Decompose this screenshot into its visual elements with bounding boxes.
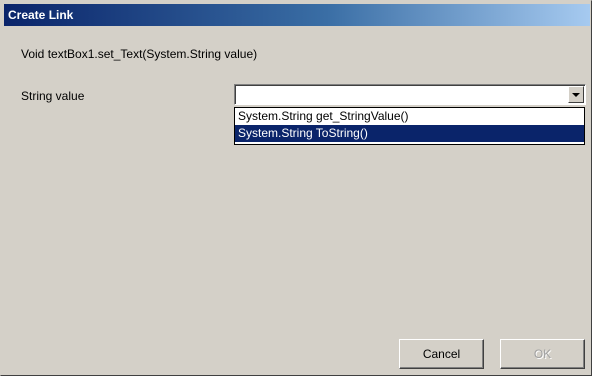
combobox-dropdown-button[interactable]: [568, 86, 584, 103]
chevron-down-icon: [572, 92, 580, 97]
method-signature: Void textBox1.set_Text(System.String val…: [21, 47, 258, 61]
ok-button[interactable]: OK: [500, 339, 585, 369]
cancel-button[interactable]: Cancel: [399, 339, 484, 369]
dropdown-option-get-stringvalue[interactable]: System.String get_StringValue(): [235, 108, 584, 125]
dropdown-list: System.String get_StringValue() System.S…: [234, 107, 585, 145]
dropdown-option-tostring[interactable]: System.String ToString(): [235, 125, 584, 142]
string-value-label: String value: [21, 89, 85, 103]
title-bar[interactable]: Create Link: [4, 4, 590, 26]
window-title: Create Link: [8, 8, 74, 22]
string-value-combobox[interactable]: [234, 84, 586, 105]
create-link-dialog: Create Link Void textBox1.set_Text(Syste…: [0, 0, 592, 376]
